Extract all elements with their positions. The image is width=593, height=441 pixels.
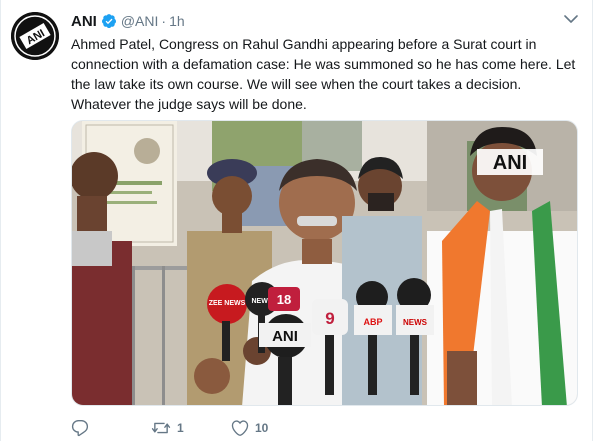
press-photo: ZEE NEWS NEWS 18 ANI 9 ABP NEWS ANI — [72, 121, 577, 405]
retweet-icon — [151, 422, 171, 434]
chevron-down-icon[interactable] — [564, 14, 578, 24]
like-count: 10 — [255, 421, 269, 435]
retweet-count: 1 — [177, 421, 184, 435]
like-button[interactable]: 10 — [231, 419, 311, 437]
author-display-name[interactable]: ANI — [71, 13, 97, 30]
author-handle[interactable]: @ANI — [121, 13, 159, 29]
mic-label: NEWS — [403, 318, 428, 327]
ani-logo-icon: ANI — [11, 12, 59, 60]
tweet-photo[interactable]: ZEE NEWS NEWS 18 ANI 9 ABP NEWS ANI — [71, 120, 578, 406]
mic-label: 18 — [277, 292, 291, 307]
heart-icon — [231, 420, 249, 436]
tweet-text: Ahmed Patel, Congress on Rahul Gandhi ap… — [71, 36, 576, 112]
reply-button[interactable] — [71, 419, 151, 437]
header-separator: · — [161, 13, 167, 29]
mic-label: ANI — [272, 328, 298, 345]
tweet-actions: 1 10 — [71, 418, 311, 438]
verified-badge-icon — [101, 14, 116, 29]
mic-label: 9 — [325, 309, 334, 328]
tweet-header: ANI @ANI · 1h — [71, 11, 185, 31]
mic-label: ZEE NEWS — [209, 300, 246, 307]
tweet-card[interactable]: ANI ANI @ANI · 1h Ahmed Patel, Congress … — [0, 0, 593, 441]
mic-label: ABP — [363, 317, 382, 327]
author-avatar[interactable]: ANI — [11, 12, 59, 60]
reply-icon — [71, 419, 89, 437]
photo-watermark: ANI — [493, 152, 527, 174]
retweet-button[interactable]: 1 — [151, 419, 231, 437]
tweet-timestamp[interactable]: 1h — [169, 13, 185, 29]
